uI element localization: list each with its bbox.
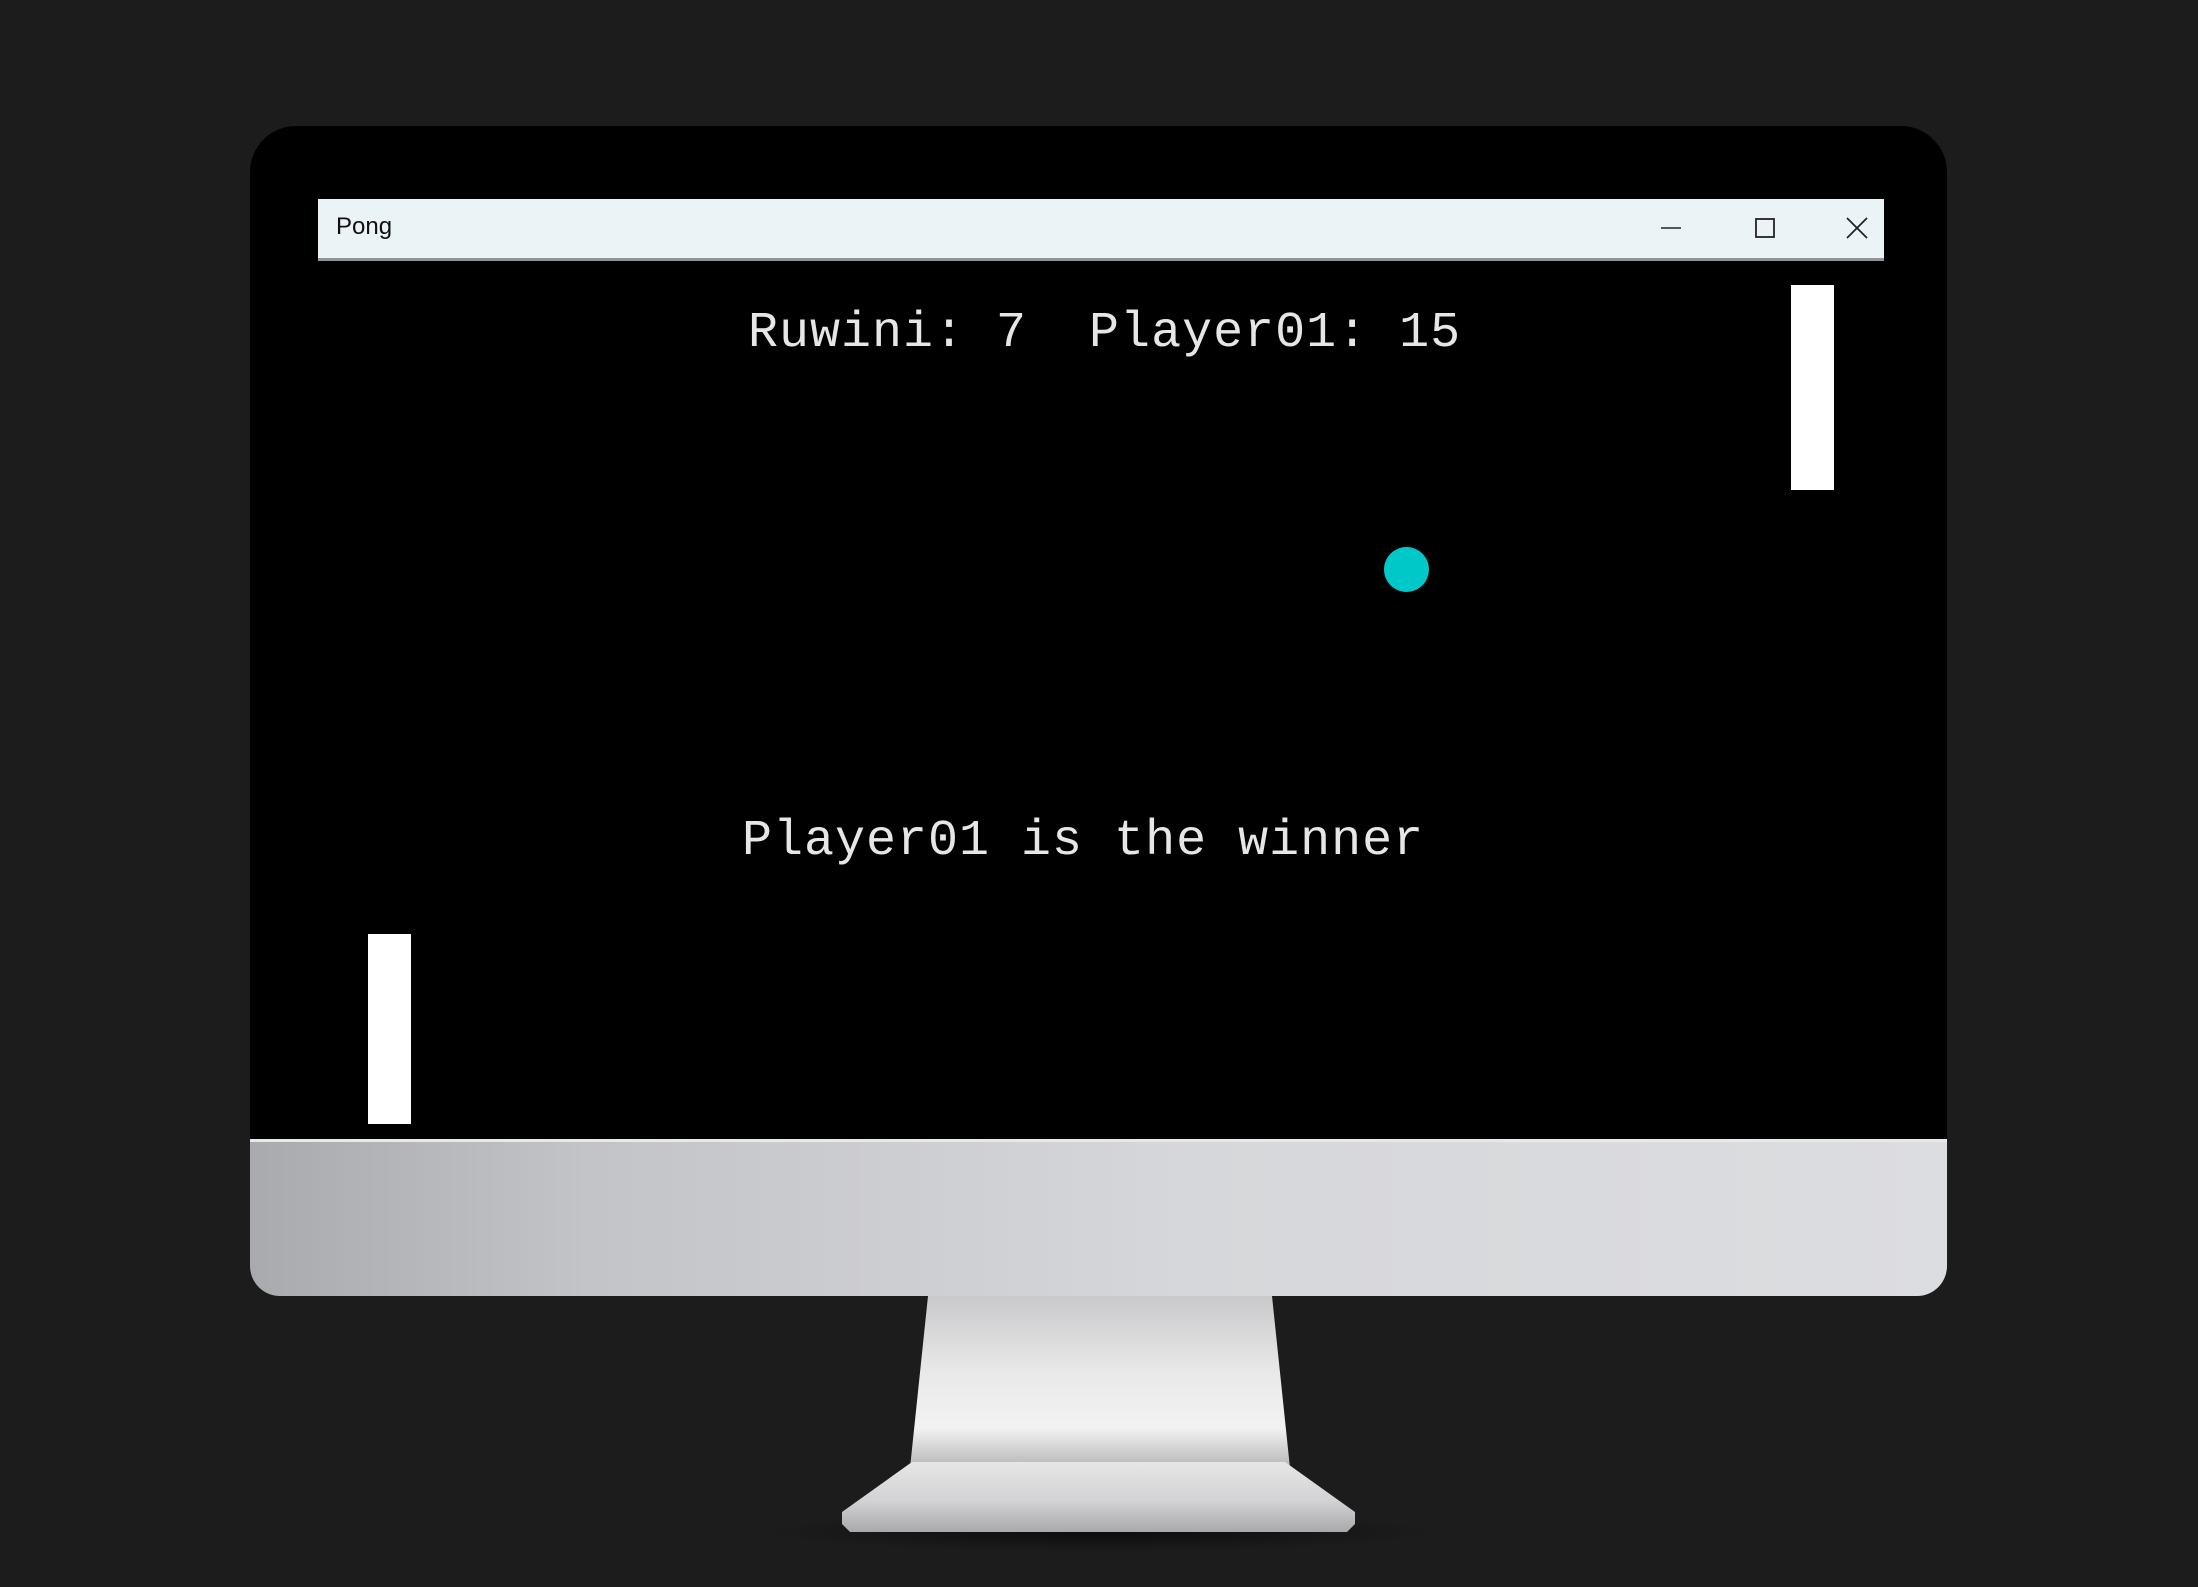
desktop-backdrop: Pong Ruwini: 7 Player01: 15 Player01 is …	[0, 0, 2198, 1587]
minimize-icon	[1660, 217, 1682, 239]
game-canvas[interactable]: Ruwini: 7 Player01: 15 Player01 is the w…	[318, 261, 1884, 1139]
winner-message: Player01 is the winner	[742, 813, 1425, 870]
maximize-icon	[1754, 217, 1776, 239]
maximize-button[interactable]	[1720, 199, 1810, 257]
title-bar[interactable]: Pong	[318, 199, 1884, 261]
scoreboard: Ruwini: 7 Player01: 15	[748, 305, 1462, 362]
close-button[interactable]	[1812, 199, 1902, 257]
ball	[1384, 547, 1429, 592]
left-paddle	[368, 934, 411, 1124]
window-title: Pong	[336, 213, 393, 240]
pong-window[interactable]: Pong Ruwini: 7 Player01: 15 Player01 is …	[318, 199, 1884, 1139]
minimize-button[interactable]	[1626, 199, 1716, 257]
monitor-stand-base	[842, 1462, 1355, 1532]
monitor-chin	[250, 1139, 1947, 1296]
right-paddle	[1791, 285, 1834, 490]
close-icon	[1845, 216, 1869, 240]
